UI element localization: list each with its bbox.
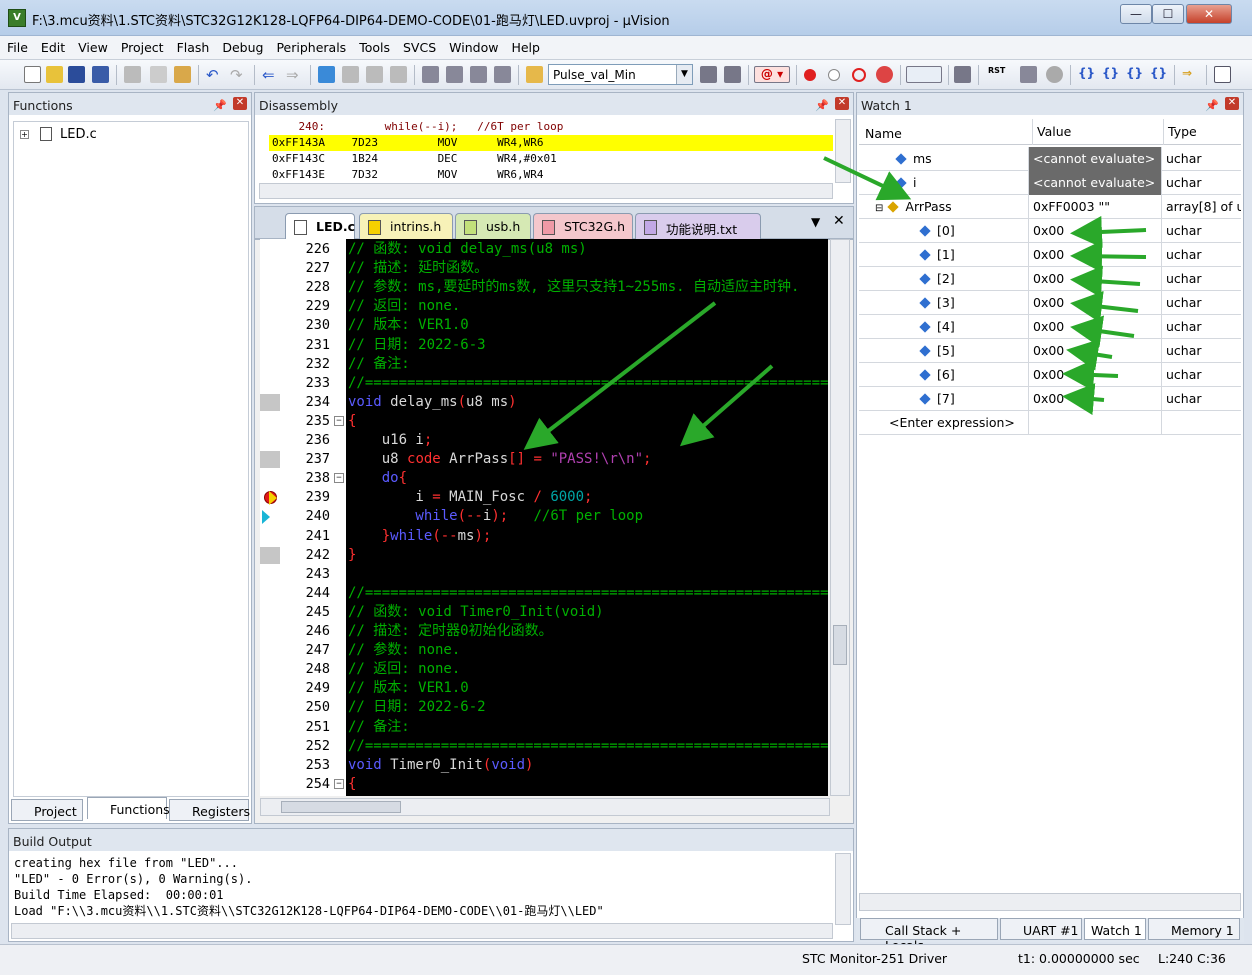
annotation-arrows [523, 156, 1147, 450]
arrow-icon [1062, 359, 1119, 391]
arrow-icon [1062, 383, 1105, 416]
arrow-icon [1070, 215, 1147, 248]
arrow-icon [1070, 240, 1147, 273]
arrow-icon [1070, 315, 1135, 348]
arrow-icon [1070, 290, 1139, 323]
arrow-icon [523, 301, 717, 450]
arrow-icon [823, 156, 912, 201]
arrow-icon [679, 364, 774, 447]
arrow-icon [1070, 265, 1141, 298]
arrow-icon [1066, 338, 1113, 371]
